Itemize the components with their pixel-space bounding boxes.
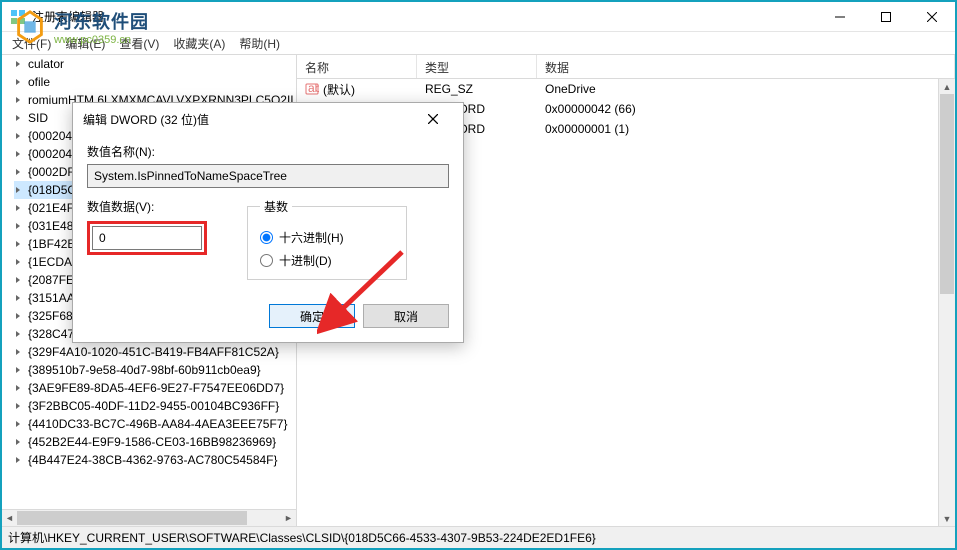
tree-item[interactable]: {3F2BBC05-40DF-11D2-9455-00104BC936FF} (14, 397, 296, 415)
cell-data: 0x00000001 (1) (537, 122, 955, 136)
radio-hex-label: 十六进制(H) (279, 229, 344, 246)
value-name-input[interactable] (87, 164, 449, 188)
tree-item[interactable]: {4410DC33-BC7C-496B-AA84-4AEA3EEE75F7} (14, 415, 296, 433)
close-button[interactable] (909, 2, 955, 32)
radio-hex[interactable]: 十六进制(H) (260, 229, 394, 246)
edit-dword-dialog: 编辑 DWORD (32 位)值 数值名称(N): 数值数据(V): 基数 十六… (72, 102, 464, 343)
cell-data: OneDrive (537, 82, 955, 96)
tree-item[interactable]: culator (14, 55, 296, 73)
watermark-logo: 河东软件园 www.pc0359.cn (10, 8, 149, 46)
radio-dec-label: 十进制(D) (279, 252, 332, 269)
radio-dec[interactable]: 十进制(D) (260, 252, 394, 269)
tree-item[interactable]: ofile (14, 73, 296, 91)
statusbar: 计算机\HKEY_CURRENT_USER\SOFTWARE\Classes\C… (2, 526, 955, 548)
col-data[interactable]: 数据 (537, 55, 955, 78)
dialog-close-button[interactable] (413, 105, 453, 133)
tree-item[interactable]: {3AE9FE89-8DA5-4EF6-9E27-F7547EE06DD7} (14, 379, 296, 397)
radio-hex-input[interactable] (260, 231, 273, 244)
close-icon (927, 12, 937, 22)
menu-help[interactable]: 帮助(H) (233, 33, 286, 54)
scroll-right-icon[interactable]: ► (281, 510, 296, 526)
dialog-title: 编辑 DWORD (32 位)值 (83, 111, 209, 128)
ok-button[interactable]: 确定 (269, 304, 355, 328)
value-data-input[interactable] (92, 226, 202, 250)
value-data-label: 数值数据(V): (87, 198, 217, 215)
maximize-button[interactable] (863, 2, 909, 32)
cell-data: 0x00000042 (66) (537, 102, 955, 116)
scroll-thumb-v[interactable] (940, 94, 954, 294)
highlight-annotation (87, 221, 207, 255)
logo-text-zh: 河东软件园 (54, 8, 149, 34)
cell-name: ab(默认) (297, 81, 417, 98)
radio-dec-input[interactable] (260, 254, 273, 267)
col-name[interactable]: 名称 (297, 55, 417, 78)
base-legend: 基数 (260, 198, 292, 215)
tree-item[interactable]: {452B2E44-E9F9-1586-CE03-16BB98236969} (14, 433, 296, 451)
close-icon (428, 114, 438, 124)
list-header: 名称 类型 数据 (297, 55, 955, 79)
dialog-titlebar[interactable]: 编辑 DWORD (32 位)值 (73, 103, 463, 135)
minimize-icon (835, 12, 845, 22)
status-path: 计算机\HKEY_CURRENT_USER\SOFTWARE\Classes\C… (8, 529, 596, 546)
list-scrollbar-v[interactable]: ▲ ▼ (938, 79, 955, 526)
tree-item[interactable]: {4B447E24-38CB-4362-9763-AC780C54584F} (14, 451, 296, 469)
menu-favorites[interactable]: 收藏夹(A) (167, 33, 231, 54)
maximize-icon (881, 12, 891, 22)
minimize-button[interactable] (817, 2, 863, 32)
svg-text:ab: ab (308, 82, 319, 95)
scroll-up-icon[interactable]: ▲ (939, 79, 955, 94)
list-row[interactable]: ab(默认)REG_SZOneDrive (297, 79, 955, 99)
logo-icon (10, 8, 50, 46)
value-name-label: 数值名称(N): (87, 143, 449, 160)
scroll-left-icon[interactable]: ◄ (2, 510, 17, 526)
base-fieldset: 基数 十六进制(H) 十进制(D) (247, 198, 407, 280)
tree-item[interactable]: {389510b7-9e58-40d7-98bf-60b911cb0ea9} (14, 361, 296, 379)
scroll-thumb-h[interactable] (17, 511, 247, 525)
col-type[interactable]: 类型 (417, 55, 537, 78)
tree-scrollbar-h[interactable]: ◄ ► (2, 509, 296, 526)
cell-type: REG_SZ (417, 82, 537, 96)
scroll-down-icon[interactable]: ▼ (939, 511, 955, 526)
logo-text-url: www.pc0359.cn (54, 34, 149, 46)
tree-item[interactable]: {329F4A10-1020-451C-B419-FB4AFF81C52A} (14, 343, 296, 361)
cancel-button[interactable]: 取消 (363, 304, 449, 328)
